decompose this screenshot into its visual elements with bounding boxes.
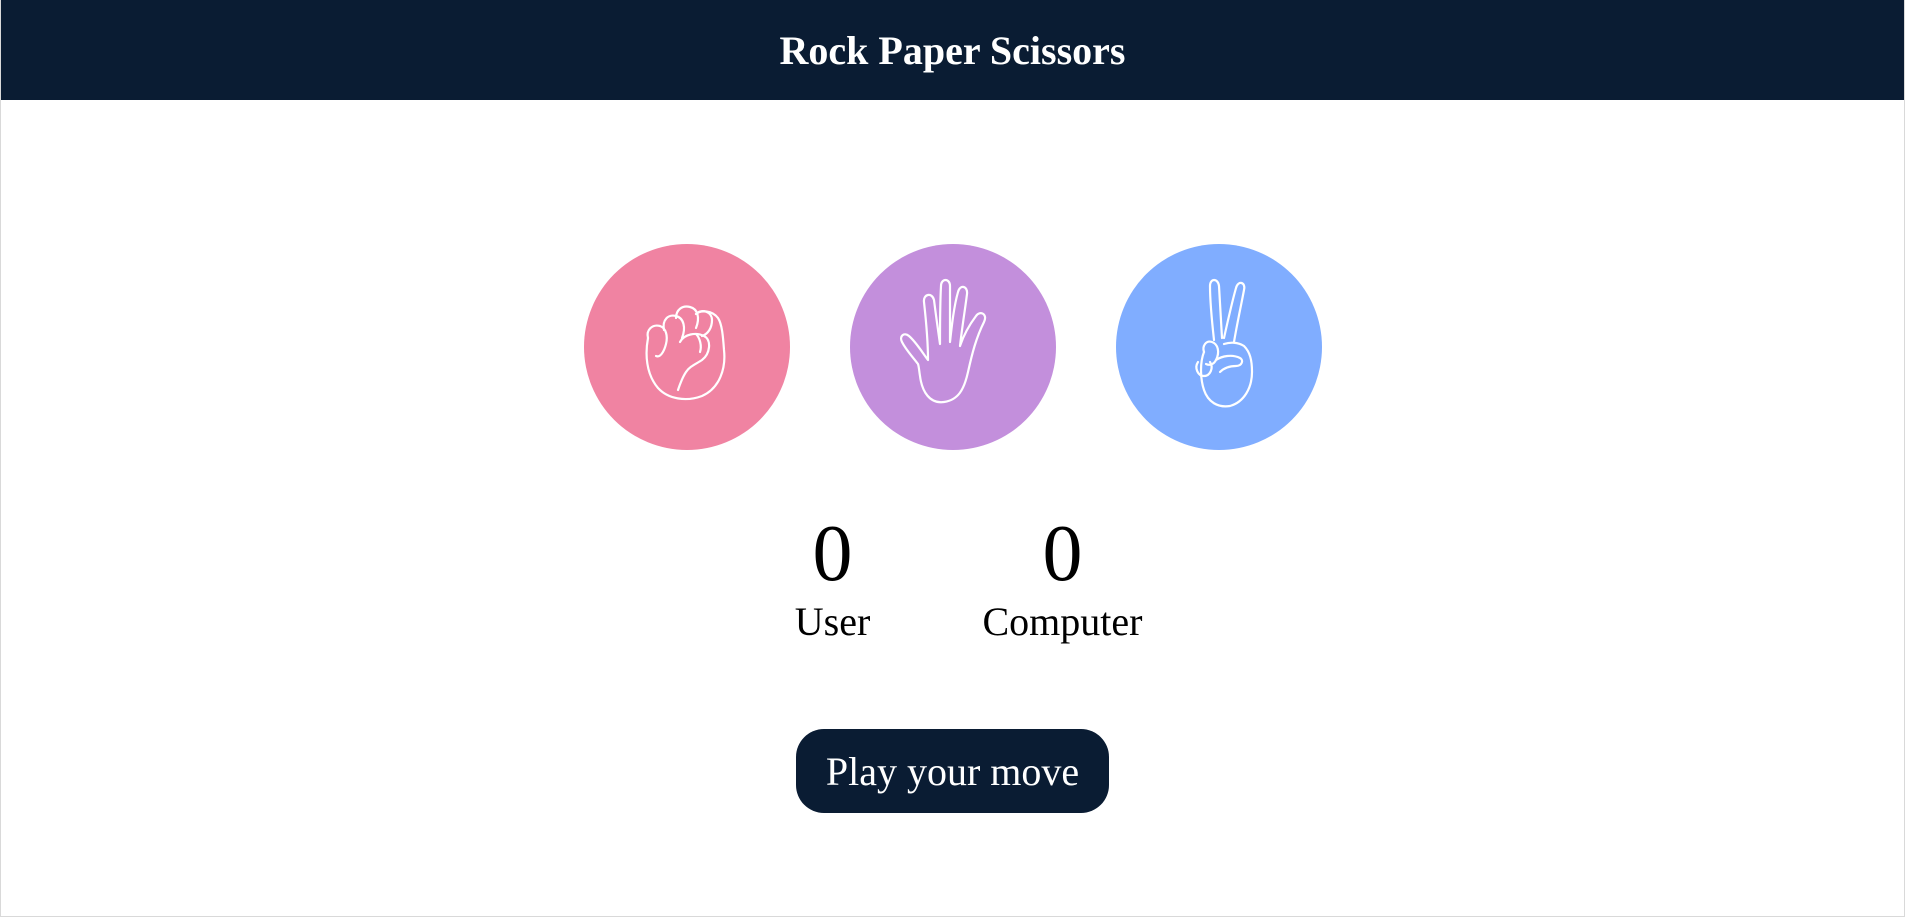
page-title: Rock Paper Scissors	[779, 27, 1126, 73]
choices-container	[1, 244, 1904, 450]
computer-score-block: 0 Computer	[983, 510, 1143, 646]
game-page: Rock Paper Scissors 0 User 0 Computer Pl…	[0, 0, 1905, 917]
user-label: User	[794, 599, 871, 644]
scoreboard: 0 User 0 Computer	[1, 510, 1904, 646]
computer-label: Computer	[982, 599, 1143, 644]
rock-choice[interactable]	[583, 244, 790, 450]
scissors-choice[interactable]	[1115, 244, 1322, 450]
message-container: Play your move	[1, 729, 1904, 813]
open-hand-icon	[899, 278, 986, 404]
user-score: 0	[812, 510, 853, 598]
navbar: Rock Paper Scissors	[1, 0, 1904, 100]
fist-icon	[645, 305, 725, 401]
user-score-block: 0 User	[763, 510, 903, 646]
result-message: Play your move	[795, 729, 1110, 813]
peace-hand-icon	[1194, 278, 1253, 408]
computer-score: 0	[1042, 510, 1083, 598]
paper-choice[interactable]	[849, 244, 1056, 450]
